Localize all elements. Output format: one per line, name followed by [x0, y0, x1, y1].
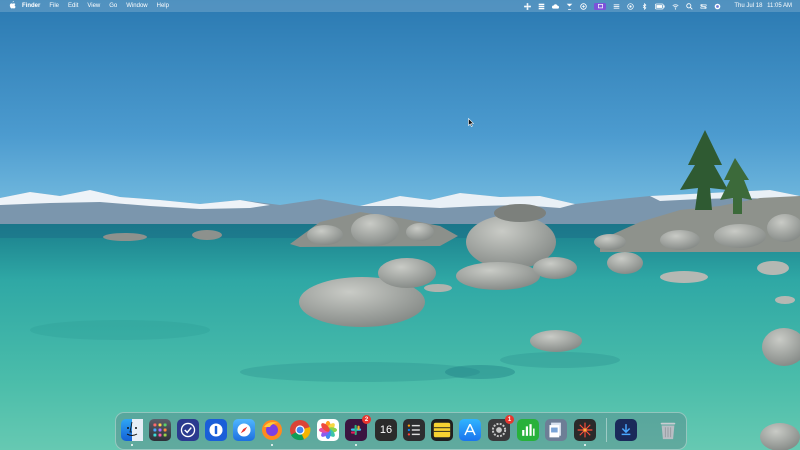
clock-date: Thu Jul 18	[734, 3, 763, 9]
trash-icon[interactable]	[657, 419, 679, 441]
stack-status-icon[interactable]	[538, 3, 545, 10]
firefox-icon[interactable]	[261, 419, 283, 441]
record-status-icon[interactable]	[627, 2, 635, 10]
menu-bar-clock[interactable]: Thu Jul 18 11:05 AM	[731, 3, 792, 9]
check-icon[interactable]	[177, 419, 199, 441]
bluetooth-icon[interactable]	[641, 2, 648, 10]
screen-share-status-icon[interactable]	[594, 2, 607, 10]
menu-finder[interactable]: Finder	[22, 3, 40, 9]
downloads-icon[interactable]	[615, 419, 637, 441]
finder-icon[interactable]	[121, 419, 143, 441]
menu-help[interactable]: Help	[157, 3, 169, 9]
compass-icon[interactable]	[233, 419, 255, 441]
calendar-date-label: 16	[379, 424, 393, 436]
list-icon[interactable]	[403, 419, 425, 441]
notes-icon[interactable]	[431, 419, 453, 441]
burst-icon[interactable]	[574, 419, 596, 441]
1password-icon[interactable]	[205, 419, 227, 441]
mouse-cursor-icon	[468, 118, 474, 127]
menu-status-icon[interactable]	[613, 3, 620, 10]
apple-logo-icon[interactable]	[8, 1, 16, 11]
slack-running-indicator	[355, 444, 357, 446]
circle-status-icon[interactable]	[580, 2, 588, 10]
siri-icon[interactable]	[714, 3, 721, 10]
menu-file[interactable]: File	[49, 3, 59, 9]
slack-badge: 2	[362, 415, 371, 424]
cloud-status-icon[interactable]	[552, 3, 560, 10]
spotlight-search-icon[interactable]	[686, 2, 693, 10]
wifi-icon[interactable]	[672, 3, 679, 10]
menu-bar-left: Finder File Edit View Go Window Help	[0, 1, 178, 11]
control-center-icon[interactable]	[700, 3, 707, 10]
dock	[115, 412, 687, 450]
menu-bar-status: Thu Jul 18 11:05 AM	[517, 0, 792, 12]
menu-go[interactable]: Go	[109, 3, 117, 9]
menu-view[interactable]: View	[87, 3, 100, 9]
menu-window[interactable]: Window	[126, 3, 147, 9]
menu-bar: Finder File Edit View Go Window Help Thu…	[0, 0, 800, 12]
slack-icon[interactable]: 2	[345, 415, 371, 441]
desktop-wallpaper	[0, 0, 800, 450]
preview-icon[interactable]	[545, 419, 567, 441]
dock-separator	[606, 418, 607, 442]
chrome-icon[interactable]	[289, 419, 311, 441]
firefox-running-indicator	[271, 444, 273, 446]
chart-icon[interactable]	[517, 419, 539, 441]
battery-icon[interactable]	[655, 3, 666, 10]
menu-edit[interactable]: Edit	[68, 3, 78, 9]
calendar-icon[interactable]: 16	[375, 419, 397, 441]
clock-time: 11:05 AM	[767, 3, 792, 9]
gear-icon[interactable]: 1	[488, 415, 514, 441]
burst-running-indicator	[584, 444, 586, 446]
photos-icon[interactable]	[317, 419, 339, 441]
flower-status-icon[interactable]	[524, 2, 532, 10]
launchpad-icon[interactable]	[149, 419, 171, 441]
system-settings-badge: 1	[505, 415, 514, 424]
app-store-icon[interactable]	[459, 419, 481, 441]
finder-running-indicator	[131, 444, 133, 446]
cocktail-status-icon[interactable]	[566, 3, 573, 10]
